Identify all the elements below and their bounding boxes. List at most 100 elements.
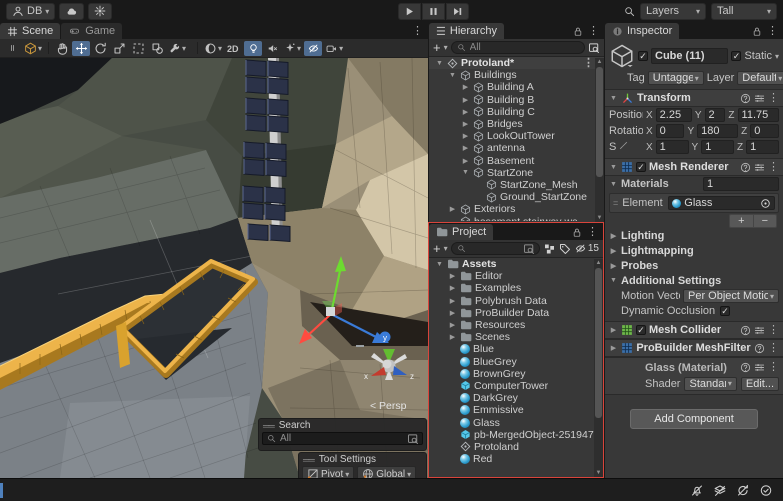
foldout-arrow-icon[interactable]: ▶ bbox=[461, 132, 470, 140]
edit-shader-button[interactable]: Edit... bbox=[741, 377, 779, 391]
status-ok-icon[interactable] bbox=[759, 484, 773, 497]
hierarchy-item[interactable]: ▶LookOutTower bbox=[429, 130, 604, 142]
transform-x-field[interactable]: 2.25 bbox=[656, 108, 692, 122]
hierarchy-search-input[interactable]: All bbox=[451, 41, 585, 54]
foldout-arrow-icon[interactable]: ▶ bbox=[461, 83, 470, 91]
tools-overlay-handle[interactable] bbox=[3, 41, 21, 56]
transform-z-field[interactable]: 0 bbox=[750, 124, 779, 138]
layer-dropdown[interactable]: Default ▾ bbox=[737, 71, 783, 85]
hierarchy-item[interactable]: ▶Building C bbox=[429, 106, 604, 118]
camera-dropdown[interactable]: ▾ bbox=[323, 41, 345, 56]
mesh-collider-checkbox[interactable]: ✓ bbox=[636, 325, 646, 335]
help-icon[interactable] bbox=[740, 362, 751, 373]
component-menu-icon[interactable]: ⋮ bbox=[768, 362, 779, 373]
scene-visibility-toggle[interactable] bbox=[304, 41, 322, 56]
custom-tools-dropdown[interactable]: ▾ bbox=[167, 41, 188, 56]
transform-x-field[interactable]: 1 bbox=[656, 140, 689, 154]
account-dropdown[interactable]: DB ▾ bbox=[6, 3, 55, 20]
dynamic-occlusion-checkbox[interactable]: ✓ bbox=[720, 306, 730, 316]
lock-icon[interactable] bbox=[752, 26, 762, 37]
help-icon[interactable] bbox=[740, 162, 751, 173]
chevron-down-icon[interactable]: ▾ bbox=[444, 244, 448, 253]
project-item[interactable]: BlueGrey bbox=[429, 356, 603, 368]
project-item[interactable]: BrownGrey bbox=[429, 368, 603, 380]
search-icon[interactable] bbox=[624, 6, 635, 17]
audio-toggle[interactable] bbox=[263, 41, 281, 56]
foldout-lighting[interactable]: ▶Lighting bbox=[605, 228, 783, 243]
component-menu-icon[interactable]: ⋮ bbox=[768, 325, 779, 336]
hierarchy-item[interactable]: ▶Basement bbox=[429, 155, 604, 167]
mesh-renderer-header[interactable]: ▼ ✓ Mesh Renderer ⋮ bbox=[605, 158, 783, 176]
tab-project[interactable]: Project bbox=[429, 224, 493, 240]
foldout-arrow-icon[interactable]: ▼ bbox=[461, 169, 470, 176]
mesh-renderer-checkbox[interactable]: ✓ bbox=[636, 162, 646, 172]
layers-disabled-icon[interactable] bbox=[713, 484, 727, 497]
presets-icon[interactable] bbox=[754, 362, 765, 373]
project-item[interactable]: Protoland bbox=[429, 441, 603, 453]
static-checkbox[interactable]: ✓ bbox=[731, 51, 741, 61]
tab-hierarchy[interactable]: ☰ Hierarchy bbox=[429, 23, 504, 39]
transform-x-field[interactable]: 0 bbox=[656, 124, 685, 138]
foldout-probes[interactable]: ▶Probes bbox=[605, 258, 783, 273]
foldout-lightmapping[interactable]: ▶Lightmapping bbox=[605, 243, 783, 258]
foldout-arrow-icon[interactable]: ▶ bbox=[448, 321, 457, 329]
play-button[interactable] bbox=[398, 3, 421, 20]
mesh-collider-header[interactable]: ▶ ✓ Mesh Collider ⋮ bbox=[605, 321, 783, 339]
project-item[interactable]: ▶ProBuilder Data bbox=[429, 307, 603, 319]
tab-inspector[interactable]: Inspector bbox=[605, 23, 679, 39]
project-item[interactable]: DarkGrey bbox=[429, 392, 603, 404]
scale-tool[interactable] bbox=[110, 41, 128, 56]
component-menu-icon[interactable]: ⋮ bbox=[768, 162, 779, 173]
lock-icon[interactable] bbox=[572, 227, 582, 238]
add-material-button[interactable]: + bbox=[730, 215, 752, 227]
hierarchy-item[interactable]: StartZone_Mesh bbox=[429, 179, 604, 191]
remove-material-button[interactable]: − bbox=[753, 215, 776, 227]
lock-icon[interactable] bbox=[573, 26, 583, 37]
foldout-arrow-icon[interactable]: ▶ bbox=[448, 284, 457, 292]
draw-mode-dropdown[interactable]: ▾ bbox=[202, 41, 224, 56]
rect-tool[interactable] bbox=[129, 41, 147, 56]
materials-row[interactable]: ▼ Materials 1 bbox=[605, 176, 783, 192]
drag-handle-icon[interactable]: ══ bbox=[263, 421, 274, 431]
foldout-arrow-icon[interactable]: ▶ bbox=[461, 157, 470, 165]
hierarchy-item[interactable]: ▼StartZone bbox=[429, 167, 604, 179]
probuilder-meshfilter-header[interactable]: ▶ ProBuilder MeshFilter ⋮ bbox=[605, 339, 783, 357]
move-tool[interactable] bbox=[72, 41, 90, 56]
label-filter-icon[interactable] bbox=[559, 243, 571, 255]
cloud-button[interactable] bbox=[59, 3, 84, 20]
project-item[interactable]: ▶Scenes bbox=[429, 331, 603, 343]
open-search-window-icon[interactable] bbox=[407, 433, 419, 445]
project-item[interactable]: ▼Assets bbox=[429, 258, 603, 270]
transform-tool[interactable] bbox=[148, 41, 166, 56]
object-name-field[interactable]: Cube (11) bbox=[651, 48, 728, 64]
project-item[interactable]: ▶Editor bbox=[429, 270, 603, 282]
project-item[interactable]: Blue bbox=[429, 343, 603, 355]
effects-dropdown[interactable]: ▾ bbox=[282, 41, 303, 56]
chevron-down-icon[interactable]: ▾ bbox=[444, 43, 448, 52]
additional-settings-foldout[interactable]: ▼ Additional Settings bbox=[605, 273, 783, 288]
project-item[interactable]: pb-MergedObject-2519470 bbox=[429, 429, 603, 441]
hierarchy-item[interactable]: ▼Buildings bbox=[429, 69, 604, 81]
foldout-arrow-icon[interactable]: ▶ bbox=[461, 144, 470, 152]
tag-dropdown[interactable]: Untagged ▾ bbox=[648, 71, 704, 85]
shader-dropdown[interactable]: Standard ▾ bbox=[684, 377, 736, 391]
layout-dropdown[interactable]: Tall ▾ bbox=[711, 3, 777, 20]
project-item[interactable]: Glass bbox=[429, 416, 603, 428]
rotate-tool[interactable] bbox=[91, 41, 109, 56]
hierarchy-item[interactable]: ▶Bridges bbox=[429, 118, 604, 130]
lighting-toggle[interactable] bbox=[244, 41, 262, 56]
pivot-mode-dropdown[interactable]: Pivot ▾ bbox=[302, 466, 354, 478]
open-search-window-icon[interactable] bbox=[588, 42, 600, 54]
hierarchy-item[interactable]: ▶Building B bbox=[429, 94, 604, 106]
hierarchy-item[interactable]: ▶Exteriors bbox=[429, 203, 604, 215]
foldout-arrow-icon[interactable]: ▶ bbox=[448, 205, 457, 213]
hierarchy-item[interactable]: ▶antenna bbox=[429, 142, 604, 154]
create-asset-button[interactable]: + bbox=[433, 241, 441, 256]
foldout-arrow-icon[interactable]: ▶ bbox=[461, 96, 470, 104]
hierarchy-item[interactable]: ▼Protoland*⋮ bbox=[429, 57, 604, 69]
foldout-arrow-icon[interactable]: ▶ bbox=[448, 309, 457, 317]
foldout-arrow-icon[interactable]: ▶ bbox=[448, 333, 457, 341]
hidden-count-toggle[interactable]: 15 bbox=[574, 243, 599, 254]
project-item[interactable]: Emmissive bbox=[429, 404, 603, 416]
transform-y-field[interactable]: 180 bbox=[697, 124, 738, 138]
